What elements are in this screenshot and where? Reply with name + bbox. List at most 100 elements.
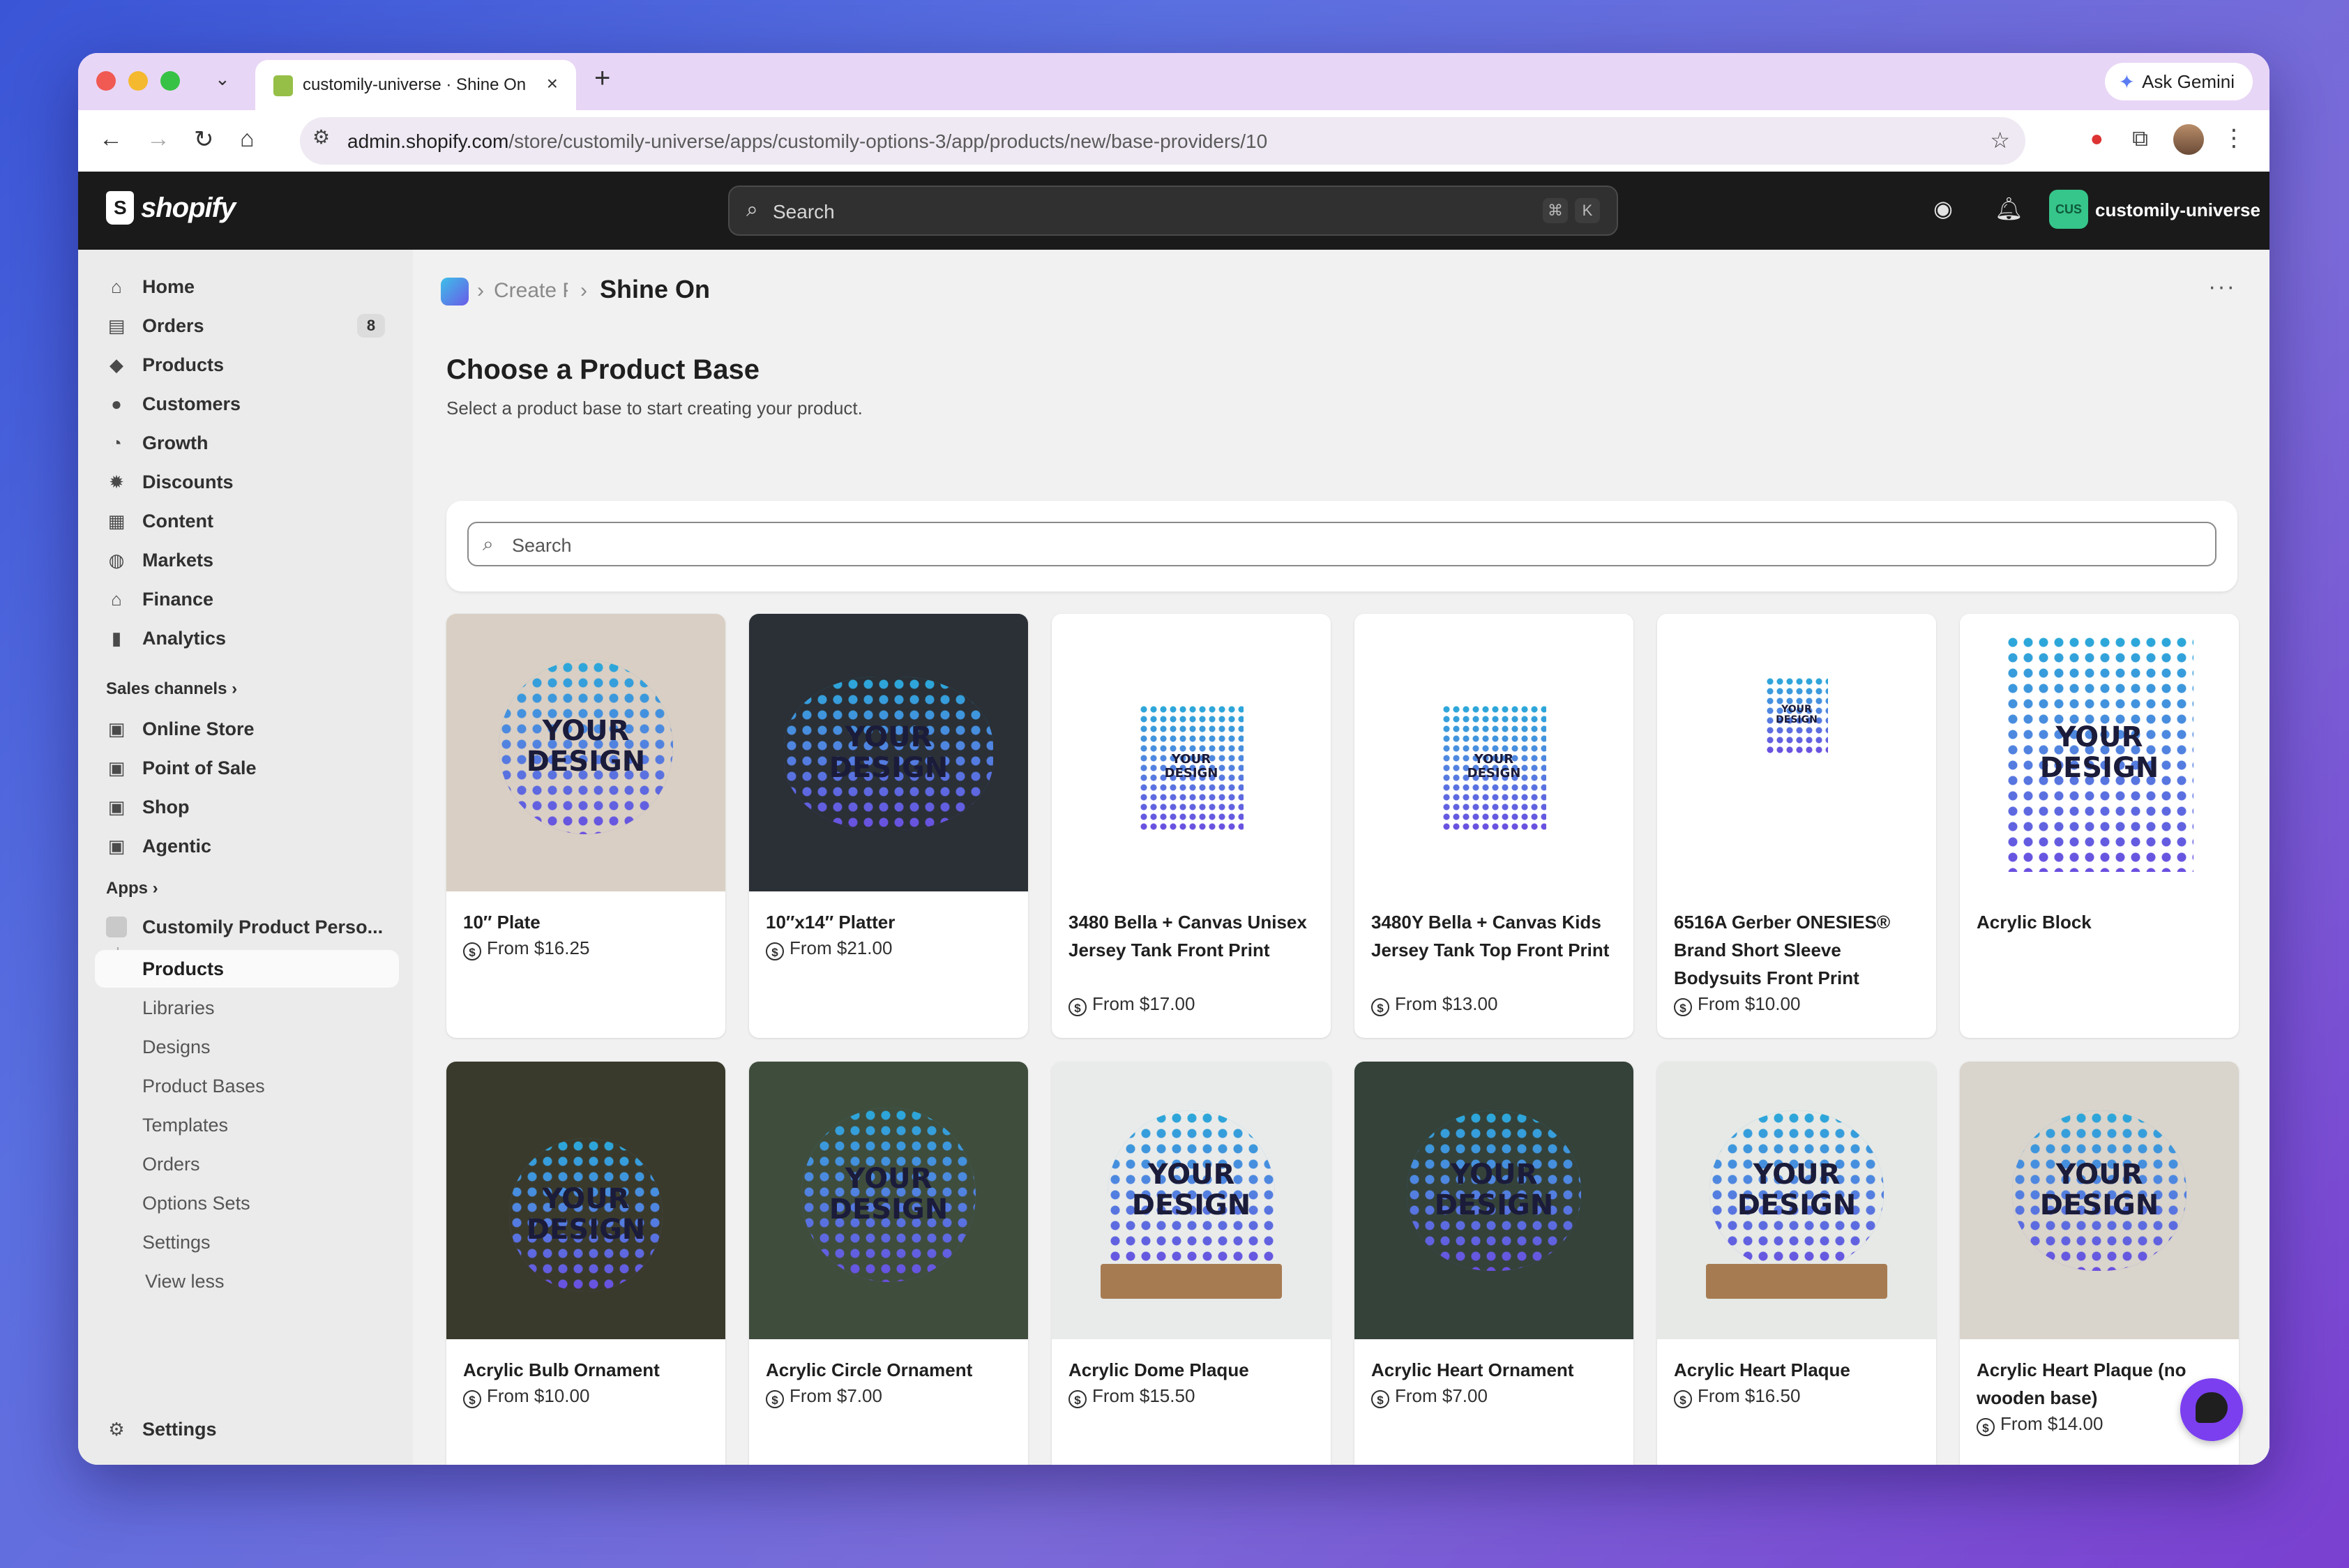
product-base-card[interactable]: YOUR DESIGN 3480Y Bella + Canvas Kids Jers…	[1354, 614, 1633, 1038]
product-base-image: YOUR DESIGN	[1354, 1062, 1633, 1339]
price-value: From $16.50	[1698, 1385, 1801, 1406]
product-base-search-input[interactable]: ⌕ Search	[467, 522, 2216, 566]
store-name[interactable]: customily-universe	[2095, 199, 2260, 221]
notifications-bell-icon[interactable]: 🔔︎	[1995, 195, 2023, 222]
kbd-k: K	[1575, 198, 1600, 223]
app-nav-products[interactable]: Products	[142, 958, 224, 980]
close-tab-icon[interactable]: ×	[547, 73, 558, 95]
design-text-your: YOUR	[1171, 752, 1211, 767]
sales-channels-heading[interactable]: Sales channels ›	[106, 679, 237, 699]
discount-icon: ✹	[109, 472, 124, 492]
reload-icon[interactable]: ↻	[194, 126, 214, 153]
new-tab-button[interactable]: +	[594, 63, 610, 94]
customily-app-icon[interactable]	[441, 278, 469, 306]
apps-heading[interactable]: Apps ›	[106, 879, 158, 898]
breadcrumb-create[interactable]: Create P	[494, 279, 568, 303]
nav-customily-app[interactable]: Customily Product Perso...	[92, 908, 399, 944]
browser-menu-icon[interactable]: ⋮	[2222, 124, 2246, 152]
your-design-graphic: YOUR DESIGN	[2012, 1110, 2186, 1271]
shopify-logo[interactable]: shopify	[106, 191, 236, 225]
minimize-window-button[interactable]	[128, 71, 148, 91]
gemini-sparkle-icon: ✦	[2118, 70, 2136, 93]
dollar-coin-icon: $	[1068, 998, 1087, 1016]
nav-content[interactable]: ▦ Content	[92, 502, 399, 538]
sidekick-icon[interactable]: ◉	[1933, 195, 1953, 222]
product-base-card[interactable]: YOUR DESIGN 6516A Gerber ONESIES® Brand Sh…	[1657, 614, 1936, 1038]
product-base-price: $ From $21.00	[766, 937, 892, 960]
your-design-graphic: YOUR DESIGN	[2005, 635, 2193, 872]
nav-online-store[interactable]: ▣ Online Store	[92, 710, 399, 746]
address-bar[interactable]: ⚙ admin.shopify.com/store/customily-univ…	[300, 117, 2025, 165]
design-text-design: DESIGN	[1467, 766, 1521, 781]
product-base-image: YOUR DESIGN	[1657, 1062, 1936, 1339]
wooden-base	[1706, 1264, 1887, 1299]
maximize-window-button[interactable]	[160, 71, 180, 91]
wooden-base	[1101, 1264, 1282, 1299]
content-icon: ▦	[107, 511, 126, 532]
more-actions-icon[interactable]: ···	[2208, 273, 2236, 301]
agentic-icon: ▣	[107, 836, 126, 857]
nav-finance[interactable]: ⌂ Finance	[92, 580, 399, 617]
bank-icon: ⌂	[111, 589, 122, 610]
design-text-your: YOUR	[1753, 1159, 1841, 1191]
dollar-coin-icon: $	[1068, 1390, 1087, 1408]
app-nav-options-sets[interactable]: Options Sets	[142, 1193, 250, 1214]
nav-shop[interactable]: ▣ Shop	[92, 788, 399, 824]
nav-point-of-sale[interactable]: ▣ Point of Sale	[92, 749, 399, 785]
nav-home[interactable]: ⌂ Home	[92, 268, 399, 304]
product-base-card[interactable]: YOUR DESIGN Acrylic Heart Plaque $ From $16.…	[1657, 1062, 1936, 1465]
app-nav-orders[interactable]: Orders	[142, 1154, 200, 1175]
url-text[interactable]: admin.shopify.com/store/customily-univer…	[347, 130, 1267, 153]
product-base-card[interactable]: YOUR DESIGN 10″x14″ Platter $ From $21.00	[749, 614, 1028, 1038]
design-text-your: YOUR	[845, 1163, 932, 1195]
profile-avatar[interactable]	[2173, 124, 2204, 155]
design-text-your: YOUR	[1147, 1159, 1235, 1191]
ask-gemini-button[interactable]: ✦ Ask Gemini	[2104, 63, 2253, 100]
extension-ladybug-icon[interactable]: ●	[2090, 126, 2103, 151]
nav-settings[interactable]: ⚙ Settings	[92, 1410, 399, 1447]
view-less-link[interactable]: View less	[145, 1271, 225, 1292]
bookmark-star-icon[interactable]: ☆	[1990, 127, 2010, 153]
your-design-graphic: YOUR DESIGN	[1139, 704, 1244, 830]
back-icon[interactable]: ←	[99, 126, 123, 153]
design-text-design: DESIGN	[1434, 1189, 1554, 1221]
nav-growth[interactable]: ◔ Growth	[92, 424, 399, 460]
app-nav-libraries[interactable]: Libraries	[142, 997, 215, 1019]
forward-icon[interactable]: →	[146, 126, 170, 153]
product-base-card[interactable]: YOUR DESIGN Acrylic Dome Plaque $ From $15.5…	[1052, 1062, 1331, 1465]
product-base-card[interactable]: YOUR DESIGN Acrylic Bulb Ornament $ From $10…	[446, 1062, 725, 1465]
tab-list-chevron-icon[interactable]: ⌄	[215, 68, 230, 90]
nav-discounts[interactable]: ✹ Discounts	[92, 463, 399, 499]
extensions-puzzle-icon[interactable]: ⧉	[2132, 126, 2148, 152]
product-base-image: YOUR DESIGN	[1354, 614, 1633, 891]
app-nav-designs[interactable]: Designs	[142, 1036, 211, 1058]
product-base-image: YOUR DESIGN	[749, 614, 1028, 891]
product-base-card[interactable]: YOUR DESIGN 3480 Bella + Canvas Unisex Jer…	[1052, 614, 1331, 1038]
chat-support-button[interactable]	[2180, 1378, 2243, 1441]
app-nav-templates[interactable]: Templates	[142, 1115, 228, 1136]
price-value: From $17.00	[1092, 993, 1195, 1014]
dollar-coin-icon: $	[1674, 998, 1692, 1016]
product-base-price: $ From $16.50	[1674, 1385, 1800, 1408]
site-settings-icon[interactable]: ⚙	[312, 126, 330, 149]
nav-customers[interactable]: ● Customers	[92, 385, 399, 421]
home-browser-icon[interactable]: ⌂	[240, 126, 255, 153]
close-window-button[interactable]	[96, 71, 116, 91]
nav-products[interactable]: ◆ Products	[92, 346, 399, 382]
product-base-name: Acrylic Heart Plaque	[1674, 1359, 1850, 1380]
product-base-card[interactable]: YOUR DESIGN Acrylic Circle Ornament $ From $…	[749, 1062, 1028, 1465]
nav-analytics[interactable]: ▮ Analytics	[92, 619, 399, 656]
product-base-card[interactable]: YOUR DESIGN 10″ Plate $ From $16.25	[446, 614, 725, 1038]
product-base-card[interactable]: YOUR DESIGN Acrylic Heart Ornament $ From $7…	[1354, 1062, 1633, 1465]
nav-markets[interactable]: ◍ Markets	[92, 541, 399, 578]
admin-search-input[interactable]: ⌕ Search ⌘ K	[728, 186, 1618, 236]
nav-orders[interactable]: ▤ Orders 8	[92, 307, 399, 343]
store-avatar[interactable]: CUS	[2049, 190, 2088, 229]
nav-agentic[interactable]: ▣ Agentic	[92, 827, 399, 864]
product-base-price: $ From $13.00	[1371, 993, 1497, 1016]
price-value: From $10.00	[487, 1385, 590, 1406]
browser-tab-active[interactable]: customily-universe · Shine On ×	[255, 60, 576, 110]
app-nav-product-bases[interactable]: Product Bases	[142, 1076, 265, 1097]
app-nav-settings[interactable]: Settings	[142, 1232, 211, 1253]
product-base-card[interactable]: YOUR DESIGN Acrylic Block	[1960, 614, 2239, 1038]
